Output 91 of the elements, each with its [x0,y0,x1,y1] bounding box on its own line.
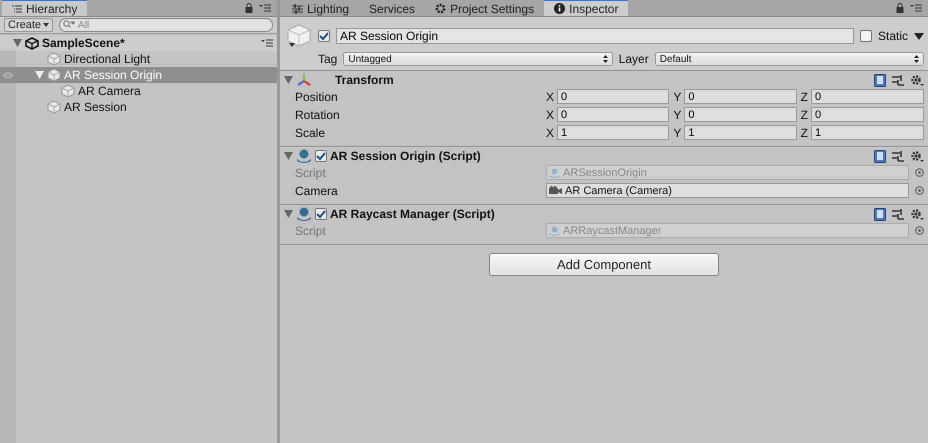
settings-icon[interactable] [910,208,924,220]
field-label: Scale [295,126,326,140]
layer-label: Layer [618,52,649,66]
expand-arrow-icon[interactable] [284,152,293,160]
cube-icon [47,68,61,82]
object-field[interactable]: AR Camera (Camera) [546,183,909,198]
axis-label: Y [673,90,682,104]
camera-icon [549,186,562,195]
presets-icon[interactable] [892,74,904,86]
field-label: Rotation [295,108,341,122]
hierarchy-item[interactable]: AR Session [0,99,277,115]
menu-icon[interactable] [261,39,273,47]
enabled-checkbox[interactable] [315,208,327,220]
number-field[interactable]: 0 [684,107,797,122]
active-checkbox[interactable] [318,30,330,42]
up-down-arrows-icon [602,55,608,63]
gear-icon [435,3,446,14]
tag-label: Tag [318,52,338,66]
script-icon [549,226,560,236]
expand-arrow-icon[interactable] [35,71,44,79]
settings-icon[interactable] [910,150,924,162]
panel-tab[interactable]: Lighting [282,0,360,16]
static-label: Static [878,29,908,43]
script-icon [296,149,312,163]
object-picker-icon[interactable] [915,226,924,235]
expand-arrow-icon[interactable] [13,39,22,47]
field-label: Script [295,224,327,238]
number-field[interactable]: 1 [811,125,924,140]
up-down-arrows-icon [914,55,920,63]
dropdown-arrow-icon[interactable] [914,32,924,40]
axis-label: Y [673,108,682,122]
expand-arrow-icon[interactable] [284,76,293,84]
number-field[interactable]: 0 [684,89,797,104]
unity-logo-icon [25,36,39,50]
settings-icon[interactable] [910,74,924,86]
panel-tab[interactable]: Inspector [544,0,628,16]
axis-label: X [546,126,554,140]
number-field[interactable]: 0 [557,89,670,104]
search-field[interactable]: All [59,18,273,32]
cube-icon [47,100,61,114]
cube-icon [61,84,75,98]
presets-icon[interactable] [892,208,904,220]
cube-icon [286,23,312,49]
script-icon [549,168,560,178]
panel-tab[interactable]: Services [359,0,426,16]
enabled-checkbox[interactable] [315,150,327,162]
component-header[interactable]: Transform [280,71,928,89]
axis-label: Z [800,108,808,122]
layer-dropdown[interactable]: Default [654,52,924,66]
number-field[interactable]: 1 [684,125,797,140]
presets-icon[interactable] [892,150,904,162]
list-icon [12,4,22,12]
number-field[interactable]: 1 [557,125,670,140]
add-component-button[interactable]: Add Component [489,253,719,276]
cube-icon [47,52,61,66]
name-field[interactable]: AR Session Origin [336,28,854,44]
create-button[interactable]: Create [4,18,54,32]
expand-arrow-icon[interactable] [284,210,293,218]
lock-icon[interactable] [896,2,904,12]
axis-label: Y [673,126,682,140]
number-field[interactable]: 0 [557,107,670,122]
tag-dropdown[interactable]: Untagged [343,52,613,66]
static-checkbox[interactable] [860,30,872,42]
menu-icon[interactable] [910,4,922,12]
caret-icon [43,23,50,27]
info-icon [554,3,566,14]
number-field[interactable]: 0 [811,107,924,122]
menu-icon[interactable] [259,4,271,12]
component-header[interactable]: AR Raycast Manager (Script) [280,205,928,223]
search-icon [63,20,76,29]
axis-label: X [546,108,554,122]
axis-label: Z [800,90,808,104]
axis-label: Z [800,126,808,140]
hierarchy-tab[interactable]: Hierarchy [2,0,88,16]
axes-icon [296,73,312,87]
field-label: Script [295,166,327,180]
scene-header[interactable]: SampleScene* [0,35,277,51]
hierarchy-item[interactable]: Directional Light [0,51,277,67]
number-field[interactable]: 0 [811,89,924,104]
hierarchy-item[interactable]: AR Camera [0,83,277,99]
field-label: Position [295,90,339,104]
panel-tab[interactable]: Project Settings [425,0,544,16]
component-header[interactable]: AR Session Origin (Script) [280,147,928,165]
lock-icon[interactable] [245,2,253,12]
field-label: Camera [295,184,339,198]
help-icon[interactable] [874,74,886,86]
axis-label: X [546,90,554,104]
help-icon[interactable] [874,208,886,220]
script-icon [296,207,312,221]
help-icon[interactable] [874,150,886,162]
sliders-icon [292,4,303,14]
